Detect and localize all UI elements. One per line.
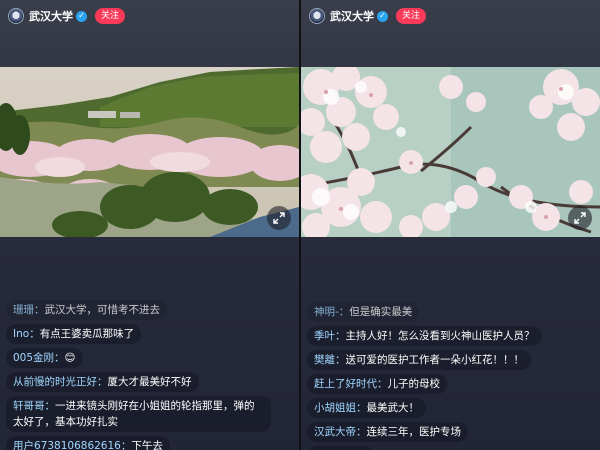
comment-user[interactable]: 小胡姐姐 — [314, 402, 356, 414]
comment-text: 有点王婆卖瓜那味了 — [39, 328, 135, 340]
fullscreen-icon[interactable] — [568, 206, 592, 230]
channel-name[interactable]: 武汉大学 — [29, 8, 73, 24]
comment-text: 下午去 — [131, 440, 163, 450]
verified-icon: ✓ — [76, 10, 87, 22]
comment-list: 神明-：但是确实最美 季叶：主持人好！怎么没看到火神山医护人员？ 樊離：送可爱的… — [307, 302, 596, 450]
video-player[interactable] — [0, 67, 299, 237]
comment-item: 赶上了好时代：儿子的母校 — [307, 374, 447, 394]
comment-user[interactable]: 005金刚 — [13, 352, 54, 364]
comment-user[interactable]: 用户6738106862616 — [13, 440, 121, 450]
comment-item: 珊珊：武汉大学，可惜考不进去 — [6, 300, 167, 320]
cherry-blossom-video-frame — [301, 67, 600, 237]
comment-item: 汉武大帝：连续三年，医护专场 — [307, 422, 468, 442]
channel-header: 武汉大学 ✓ 关注 — [8, 6, 126, 26]
comment-item: 用户6738106862616：下午去 — [6, 436, 170, 450]
video-player[interactable] — [301, 67, 600, 237]
comment-text: 主持人好！怎么没看到火神山医护人员？ — [345, 330, 535, 342]
comment-item: 季叶：主持人好！怎么没看到火神山医护人员？ — [307, 326, 542, 346]
comment-user[interactable]: 轩哥哥 — [13, 400, 45, 412]
comment-text: 送可爱的医护工作者一朵小红花！！！ — [345, 354, 525, 366]
comment-text: 最美武大！ — [366, 402, 420, 414]
comment-user[interactable]: 汉武大帝 — [314, 426, 356, 438]
school-logo-icon[interactable] — [8, 8, 24, 24]
comment-item: 轩哥哥：一进来镜头刚好在小姐姐的轮指那里，弹的太好了，基本功好扎实 — [6, 396, 271, 432]
verified-icon: ✓ — [377, 10, 388, 22]
comment-user[interactable]: 珊珊 — [13, 304, 34, 316]
fullscreen-icon[interactable] — [267, 206, 291, 230]
campus-aerial-video-frame — [0, 67, 299, 237]
school-logo-icon[interactable] — [309, 8, 325, 24]
comment-item: 清风：感人 — [307, 446, 374, 450]
comment-text: 厦大才最美好不好 — [107, 376, 192, 388]
comment-user[interactable]: Ino — [13, 328, 29, 340]
live-panel-left: 武汉大学 ✓ 关注 珊珊：武汉大学，可惜考不进去 Ino：有点王婆卖瓜那味了 0… — [0, 0, 299, 450]
comment-text: 😊 — [64, 352, 76, 364]
live-panel-right: 武汉大学 ✓ 关注 神明-：但是确实最美 季叶：主持人好！怎么没看到火神山医护人… — [301, 0, 600, 450]
follow-button[interactable]: 关注 — [95, 8, 126, 24]
comment-item: Ino：有点王婆卖瓜那味了 — [6, 324, 142, 344]
comment-user[interactable]: 赶上了好时代 — [314, 378, 377, 390]
comment-list: 珊珊：武汉大学，可惜考不进去 Ino：有点王婆卖瓜那味了 005金刚：😊 从前慢… — [6, 300, 295, 450]
channel-header: 武汉大学 ✓ 关注 — [309, 6, 427, 26]
comment-text: 儿子的母校 — [387, 378, 441, 390]
comment-text: 但是确实最美 — [349, 306, 413, 318]
comment-item: 005金刚：😊 — [6, 348, 83, 368]
comment-item: 从前慢的时光正好：厦大才最美好不好 — [6, 372, 199, 392]
comment-user[interactable]: 樊離 — [314, 354, 335, 366]
comment-user[interactable]: 从前慢的时光正好 — [13, 376, 97, 388]
comment-text: 连续三年，医护专场 — [366, 426, 462, 438]
comment-item: 小胡姐姐：最美武大！ — [307, 398, 426, 418]
comment-item: 神明-：但是确实最美 — [307, 302, 420, 322]
follow-button[interactable]: 关注 — [396, 8, 427, 24]
comment-text: 武汉大学，可惜考不进去 — [44, 304, 161, 316]
comment-item: 樊離：送可爱的医护工作者一朵小红花！！！ — [307, 350, 531, 370]
comment-user[interactable]: 季叶 — [314, 330, 335, 342]
comment-user[interactable]: 神明- — [314, 306, 339, 318]
channel-name[interactable]: 武汉大学 — [330, 8, 374, 24]
